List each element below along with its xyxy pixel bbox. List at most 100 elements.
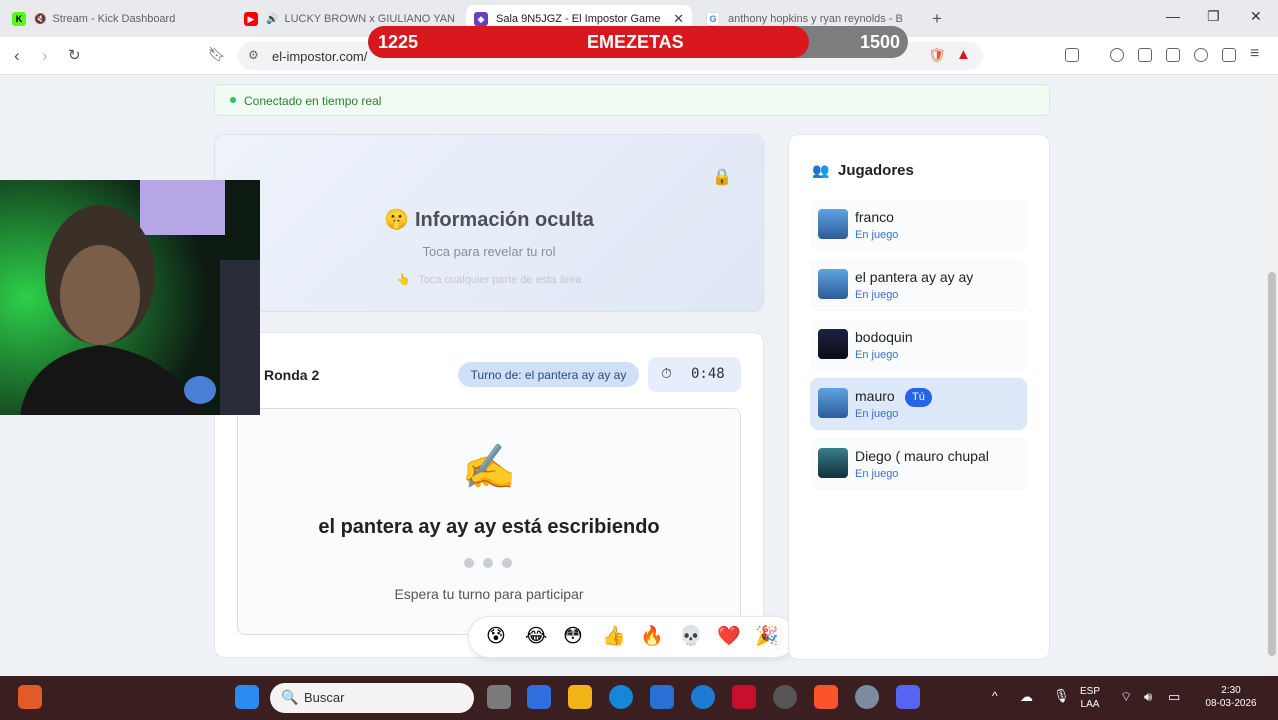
player-item[interactable]: franco En juego [810, 199, 1027, 251]
reader-icon[interactable] [1065, 48, 1079, 62]
task-view-icon[interactable] [487, 685, 511, 709]
reaction-skull-icon[interactable]: 💀 [679, 626, 703, 648]
tab-title: anthony hopkins y ryan reynolds - B [728, 13, 903, 25]
volume-icon[interactable]: 🔊︎ [1144, 690, 1152, 703]
player-status: En juego [855, 468, 899, 480]
turn-badge: Turno de: el pantera ay ay ay [458, 362, 639, 387]
discord-icon[interactable] [896, 685, 920, 709]
player-item[interactable]: Diego ( mauro chupal En juego [810, 438, 1027, 490]
webcam-overlay [0, 180, 260, 415]
copilot-icon[interactable] [527, 685, 551, 709]
reaction-party-icon[interactable]: 🎉 [755, 626, 779, 648]
player-item[interactable]: el pantera ay ay ay En juego [810, 259, 1027, 311]
connection-status-text: Conectado en tiempo real [244, 94, 382, 108]
reaction-thumbs-up-icon[interactable]: 👍 [602, 626, 626, 648]
media-icon[interactable] [1110, 48, 1124, 62]
player-status: En juego [855, 289, 899, 301]
writing-status-text: el pantera ay ay ay está escribiendo [318, 516, 660, 538]
close-window-icon[interactable]: ✕ [1250, 8, 1262, 25]
forward-icon[interactable]: › [42, 46, 48, 66]
new-tab-icon[interactable]: + [932, 9, 942, 29]
sidebar-icon[interactable] [1138, 48, 1152, 62]
connection-status: Conectado en tiempo real [214, 84, 1050, 116]
start-icon[interactable] [235, 685, 259, 709]
face-icon: 🤫 [384, 209, 409, 231]
brave-rewards-icon[interactable]: ▲ [956, 46, 971, 63]
settings-icon[interactable] [855, 685, 879, 709]
vpn-icon[interactable] [1222, 48, 1236, 62]
search-placeholder: Buscar [304, 690, 345, 705]
webcam-feed [0, 180, 260, 415]
url-text: el-impostor.com/ [272, 49, 368, 64]
brave-shield-icon[interactable]: 🛡︎ [928, 47, 946, 64]
round-timer: ⏱ 0:48 [648, 357, 741, 392]
reaction-heart-icon[interactable]: ❤️ [717, 626, 741, 648]
language-indicator[interactable]: ESP LAA [1080, 685, 1100, 711]
wifi-icon[interactable]: ⌔ [1120, 690, 1132, 703]
brave-browser-icon[interactable] [814, 685, 838, 709]
round-title: Ronda 2 [264, 367, 320, 383]
menu-icon[interactable]: ≡ [1250, 45, 1259, 63]
reaction-flushed-icon[interactable]: 😳 [563, 626, 583, 648]
avatar [818, 269, 848, 299]
microphone-icon[interactable]: 🎙︎ [1053, 689, 1070, 702]
timer-value: 0:48 [691, 366, 725, 382]
restore-icon[interactable]: ❐ [1207, 8, 1220, 25]
help-icon[interactable] [691, 685, 715, 709]
weather-icon[interactable]: ☁ [1020, 690, 1033, 703]
tab-title: Sala 9N5JGZ - El Impostor Game [496, 13, 661, 25]
site-info-icon[interactable]: ⚙︎ [248, 48, 259, 62]
pointing-hand-icon: 👆 [396, 274, 411, 286]
tab-kick-dashboard[interactable]: K 🔇 Stream - Kick Dashboard [4, 5, 234, 33]
player-name: mauro [855, 388, 895, 404]
mcafee-icon[interactable] [732, 685, 756, 709]
store-icon[interactable] [650, 685, 674, 709]
player-item-self[interactable]: mauro Tú En juego [810, 378, 1027, 430]
avatar [818, 388, 848, 418]
edge-icon[interactable] [609, 685, 633, 709]
player-name: el pantera ay ay ay [855, 269, 974, 285]
player-name: bodoquin [855, 329, 913, 345]
banner-title: EMEZETAS [587, 32, 684, 52]
hidden-info-subtitle: Toca para revelar tu rol [422, 244, 556, 259]
players-group-icon: 👥 [812, 162, 830, 178]
tray-overflow-icon[interactable]: ^ [992, 690, 998, 703]
battery-icon[interactable]: ▭ [1168, 690, 1180, 703]
reaction-scared-icon[interactable]: 😰 [486, 626, 506, 648]
player-item[interactable]: bodoquin En juego [810, 319, 1027, 371]
obs-icon[interactable] [773, 685, 797, 709]
taskbar-search[interactable]: 🔍 Buscar [270, 683, 474, 713]
player-status: En juego [855, 229, 899, 241]
player-status: En juego [855, 408, 899, 420]
right-score: 1500 [859, 32, 900, 52]
scrollbar-thumb[interactable] [1268, 272, 1276, 656]
impostor-icon: ◆ [474, 12, 488, 26]
clock[interactable]: 2:30 08-03-2026 [1198, 684, 1264, 710]
tab-title: Stream - Kick Dashboard [52, 13, 176, 25]
leo-ai-icon[interactable] [1194, 48, 1208, 62]
hidden-info-hint: 👆 Toca cualquier parte de esta área [396, 274, 582, 286]
player-name: Diego ( mauro chupal [855, 448, 989, 464]
widgets-icon[interactable] [18, 685, 42, 709]
wallet-icon[interactable] [1166, 48, 1180, 62]
connected-dot-icon [230, 97, 236, 103]
reload-icon[interactable]: ↻ [68, 46, 81, 64]
player-name: franco [855, 209, 894, 225]
audio-icon: 🔊 [266, 13, 279, 25]
back-icon[interactable]: ‹ [14, 46, 20, 66]
reaction-fire-icon[interactable]: 🔥 [640, 626, 664, 648]
writing-hand-icon: ✍️ [461, 443, 517, 492]
bookmark-icon[interactable]: 🔖︎ [208, 46, 226, 63]
avatar [818, 448, 848, 478]
reaction-laugh-icon[interactable]: 😂 [525, 626, 547, 648]
hidden-role-card[interactable]: 🔒 🤫 Información oculta Toca para revelar … [214, 134, 764, 312]
close-tab-icon[interactable]: ✕ [665, 11, 684, 27]
hidden-info-title: 🤫 Información oculta [384, 209, 594, 231]
typing-indicator [464, 555, 521, 573]
file-explorer-icon[interactable] [568, 685, 592, 709]
avatar [818, 329, 848, 359]
wait-turn-text: Espera tu turno para participar [394, 586, 584, 602]
you-badge: Tú [905, 388, 932, 407]
minimize-icon[interactable]: — [1166, 8, 1180, 24]
kick-icon: K [12, 12, 26, 26]
